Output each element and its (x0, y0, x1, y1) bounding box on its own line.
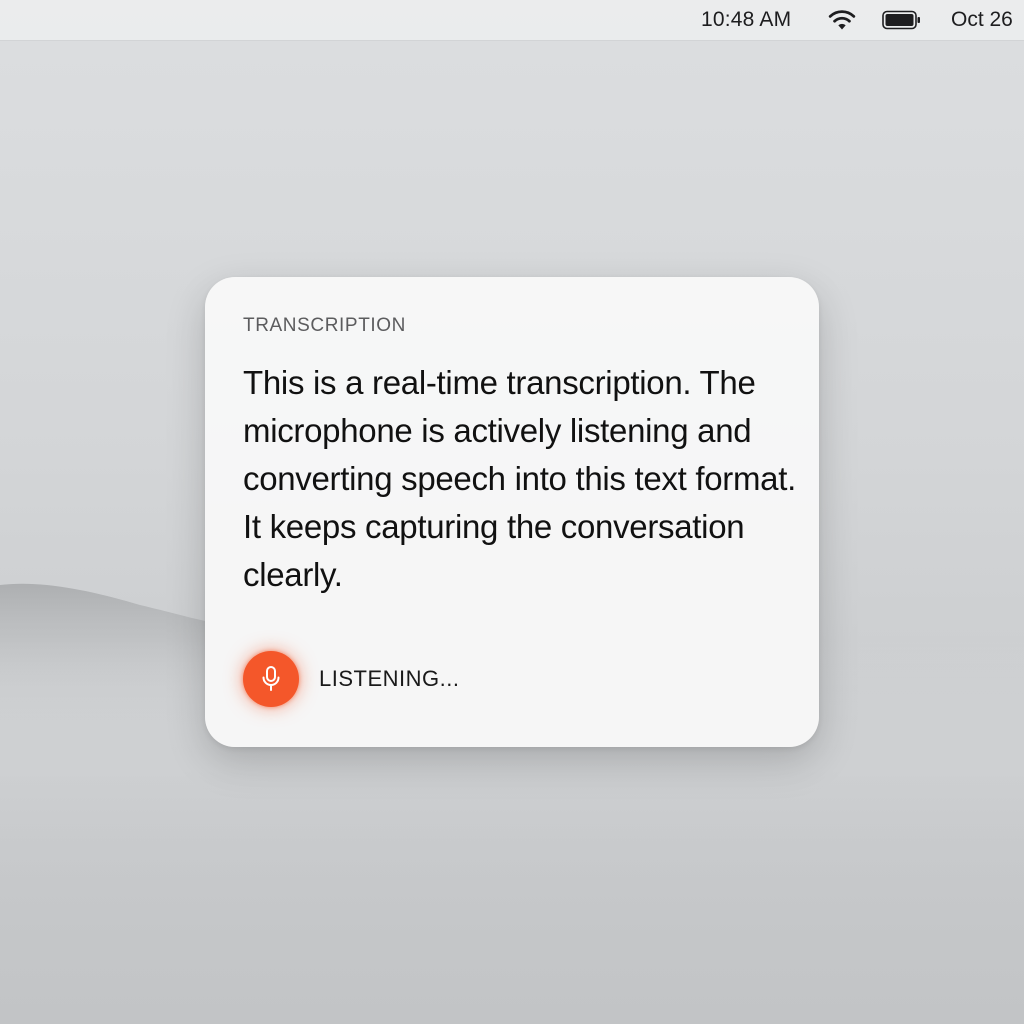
listening-status: LISTENING... (319, 666, 460, 691)
menubar-date[interactable]: Oct 26 (951, 8, 1013, 32)
menu-bar: 10:48 AM Oct 26 (0, 0, 1024, 40)
transcription-widget: TRANSCRIPTION This is a real-time transc… (205, 277, 819, 747)
microphone-button[interactable] (243, 651, 299, 707)
widget-heading: TRANSCRIPTION (243, 315, 406, 336)
wifi-icon[interactable] (826, 8, 858, 32)
transcript-text: This is a real-time transcription. The m… (243, 364, 796, 593)
microphone-icon (262, 666, 280, 691)
battery-icon[interactable] (882, 10, 922, 30)
menubar-clock[interactable]: 10:48 AM (701, 8, 791, 32)
